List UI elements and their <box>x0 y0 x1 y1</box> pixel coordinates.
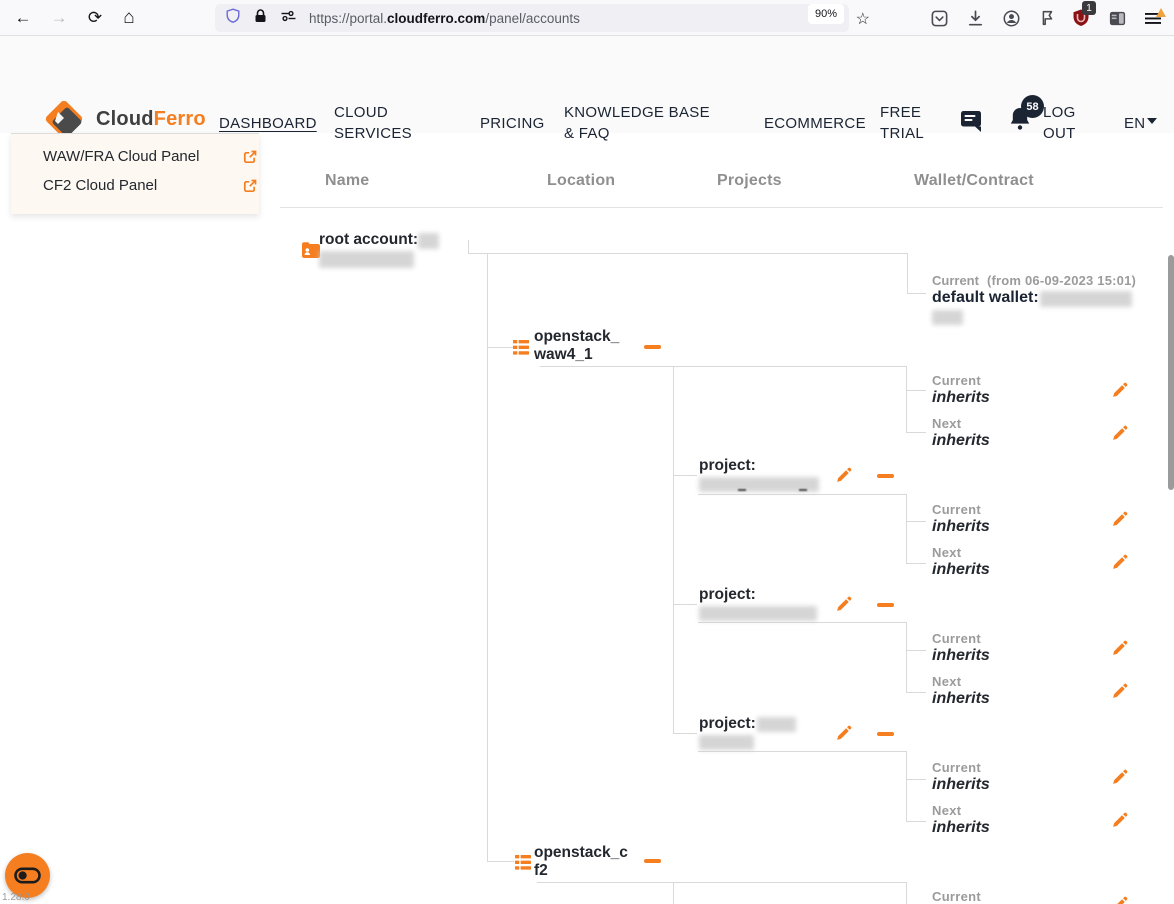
location-stack-icon <box>515 854 531 876</box>
collapse-icon[interactable] <box>877 732 894 736</box>
collapse-icon[interactable] <box>644 345 661 349</box>
edit-pencil-icon[interactable] <box>1111 554 1128 571</box>
collapse-icon[interactable] <box>877 474 894 478</box>
edit-pencil-icon[interactable] <box>1111 812 1128 829</box>
wallet-period-label: Next <box>932 803 961 818</box>
version-label: 1.28.0 <box>2 892 30 903</box>
project-node-label: project: <box>699 457 756 475</box>
redacted-wallet-name <box>1040 291 1132 307</box>
edit-pencil-icon[interactable] <box>1111 425 1128 442</box>
wallet-value: inherits <box>932 561 990 579</box>
root-account-icon <box>302 242 320 263</box>
wallet-period-label: Current <box>932 631 981 646</box>
redacted-root-name <box>418 233 439 249</box>
wallet-value: inherits <box>932 776 990 794</box>
redacted-underscore <box>738 489 746 491</box>
redacted-project-name <box>699 606 817 621</box>
page-scrollbar[interactable] <box>1168 255 1174 490</box>
redacted-root-name <box>319 251 414 268</box>
project-node-label: project: <box>699 715 756 733</box>
wallet-value: inherits <box>932 819 990 837</box>
chat-widget-icon <box>14 867 41 884</box>
edit-pencil-icon[interactable] <box>1111 382 1128 399</box>
wallet-period-label: Next <box>932 674 961 689</box>
wallet-period-label: Current <box>932 502 981 517</box>
edit-pencil-icon[interactable] <box>835 596 852 613</box>
root-wallet-label: default wallet: <box>932 289 1039 307</box>
wallet-value: inherits <box>932 518 990 536</box>
tree-connector-lines <box>0 0 1174 904</box>
wallet-value: inherits <box>932 389 990 407</box>
edit-pencil-icon[interactable] <box>835 467 852 484</box>
wallet-period-label: Current <box>932 373 981 388</box>
project-node-label: project: <box>699 586 756 604</box>
edit-pencil-icon[interactable] <box>1111 769 1128 786</box>
edit-pencil-icon[interactable] <box>1111 896 1128 904</box>
collapse-icon[interactable] <box>644 859 661 863</box>
wallet-period-label: Current <box>932 889 981 904</box>
wallet-value: inherits <box>932 690 990 708</box>
redacted-project-name <box>699 735 754 750</box>
edit-pencil-icon[interactable] <box>1111 511 1128 528</box>
collapse-icon[interactable] <box>877 603 894 607</box>
edit-pencil-icon[interactable] <box>835 725 852 742</box>
wallet-value: inherits <box>932 647 990 665</box>
redacted-wallet-name <box>932 310 963 325</box>
location-stack-icon <box>513 339 529 361</box>
wallet-value: inherits <box>932 432 990 450</box>
root-wallet-status: Current(from 06-09-2023 15:01) <box>932 273 1136 288</box>
wallet-period-label: Current <box>932 760 981 775</box>
edit-pencil-icon[interactable] <box>1111 683 1128 700</box>
location-node-waw4: openstack_waw4_1 <box>534 328 631 364</box>
edit-pencil-icon[interactable] <box>1111 640 1128 657</box>
redacted-underscore <box>799 489 807 491</box>
wallet-period-label: Next <box>932 545 961 560</box>
redacted-project-name <box>757 717 796 732</box>
location-node-cf2: openstack_cf2 <box>534 844 631 880</box>
wallet-period-label: Next <box>932 416 961 431</box>
page: ← → ⟳ ⌂ https://portal.cloudferro.com/pa… <box>0 0 1174 904</box>
